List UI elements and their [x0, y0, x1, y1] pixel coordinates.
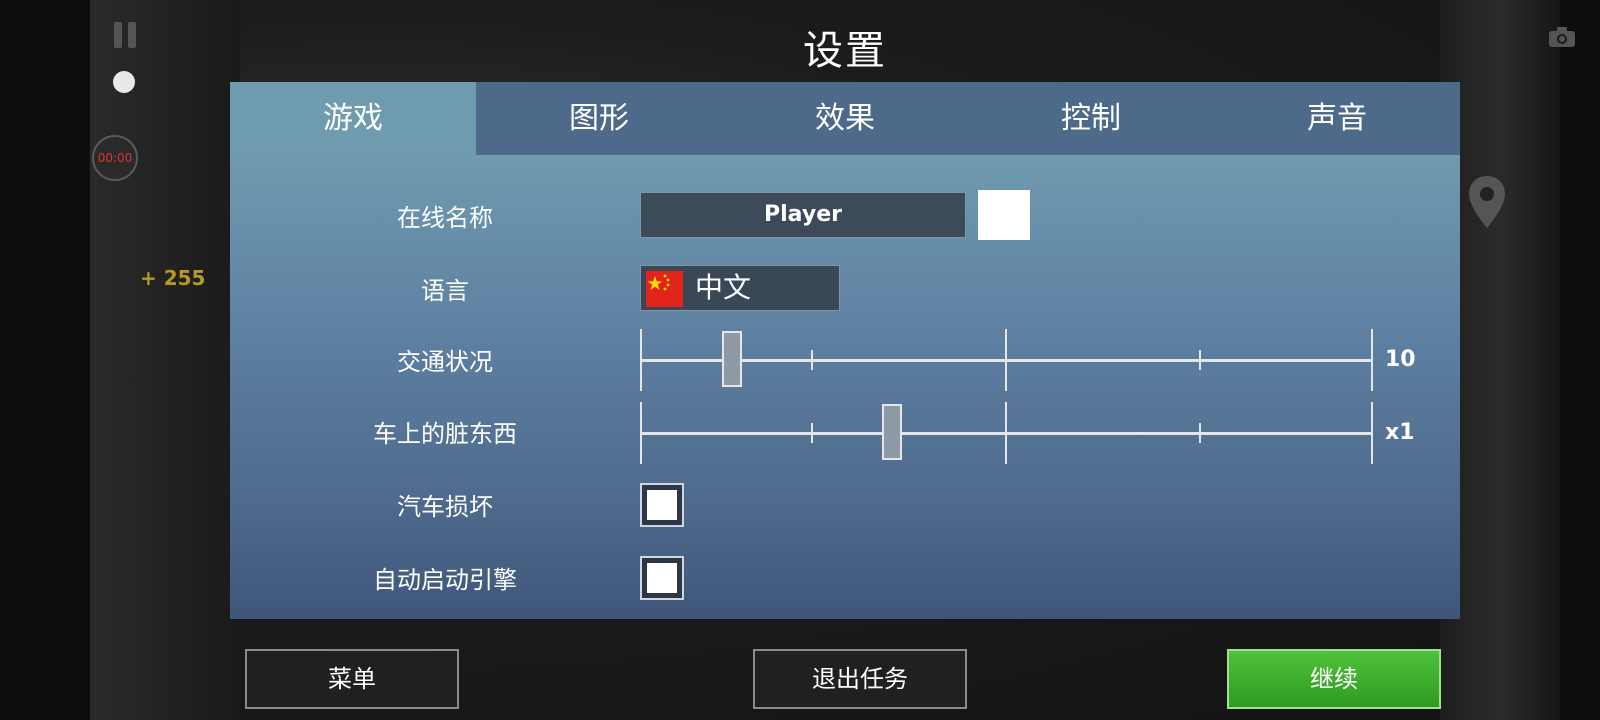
- tab-bar: 游戏 图形 效果 控制 声音: [230, 82, 1460, 155]
- car-damage-label: 汽车损坏: [397, 493, 493, 521]
- language-value: 中文: [695, 271, 752, 304]
- checkbox-fill: [647, 490, 677, 520]
- language-label: 语言: [421, 277, 469, 305]
- timer-badge: 00:00: [92, 135, 138, 181]
- dirt-slider[interactable]: [640, 402, 1373, 464]
- slider-tick: [811, 423, 813, 443]
- slider-tick: [1005, 402, 1007, 464]
- tab-effects[interactable]: 效果: [722, 82, 968, 155]
- traffic-label: 交通状况: [397, 348, 493, 376]
- slider-tick: [811, 350, 813, 370]
- china-flag-icon: [646, 271, 683, 307]
- slider-thumb[interactable]: [882, 404, 902, 460]
- tab-game[interactable]: 游戏: [230, 82, 476, 155]
- map-pin-icon[interactable]: [1467, 174, 1507, 230]
- auto-start-checkbox[interactable]: [640, 556, 684, 600]
- slider-tick: [1371, 402, 1373, 464]
- slider-tick: [1371, 329, 1373, 391]
- auto-start-label: 自动启动引擎: [373, 566, 517, 594]
- continue-button[interactable]: 继续: [1227, 649, 1441, 709]
- slider-tick: [1199, 350, 1201, 370]
- menu-button[interactable]: 菜单: [245, 649, 459, 709]
- slider-tick: [640, 402, 642, 464]
- slider-tick: [640, 329, 642, 391]
- online-name-label: 在线名称: [397, 204, 493, 232]
- language-selector[interactable]: 中文: [640, 265, 840, 311]
- player-color-swatch[interactable]: [978, 190, 1030, 240]
- game-background-left: [90, 0, 240, 720]
- score-counter: + 255: [140, 266, 206, 290]
- car-damage-checkbox[interactable]: [640, 483, 684, 527]
- slider-thumb[interactable]: [722, 331, 742, 387]
- page-title: 设置: [803, 28, 887, 74]
- slider-tick: [1005, 329, 1007, 391]
- tab-controls[interactable]: 控制: [968, 82, 1214, 155]
- dirt-label: 车上的脏东西: [373, 420, 517, 448]
- settings-panel: 游戏 图形 效果 控制 声音 在线名称 Player 语言 中文 交通状况 10…: [230, 82, 1460, 619]
- online-name-input[interactable]: Player: [640, 192, 966, 238]
- quit-mission-button[interactable]: 退出任务: [753, 649, 967, 709]
- tab-graphics[interactable]: 图形: [476, 82, 722, 155]
- checkbox-fill: [647, 563, 677, 593]
- tab-sound[interactable]: 声音: [1214, 82, 1460, 155]
- traffic-value: 10: [1385, 347, 1416, 372]
- slider-tick: [1199, 423, 1201, 443]
- traffic-slider[interactable]: [640, 329, 1373, 391]
- dirt-value: x1: [1385, 420, 1415, 445]
